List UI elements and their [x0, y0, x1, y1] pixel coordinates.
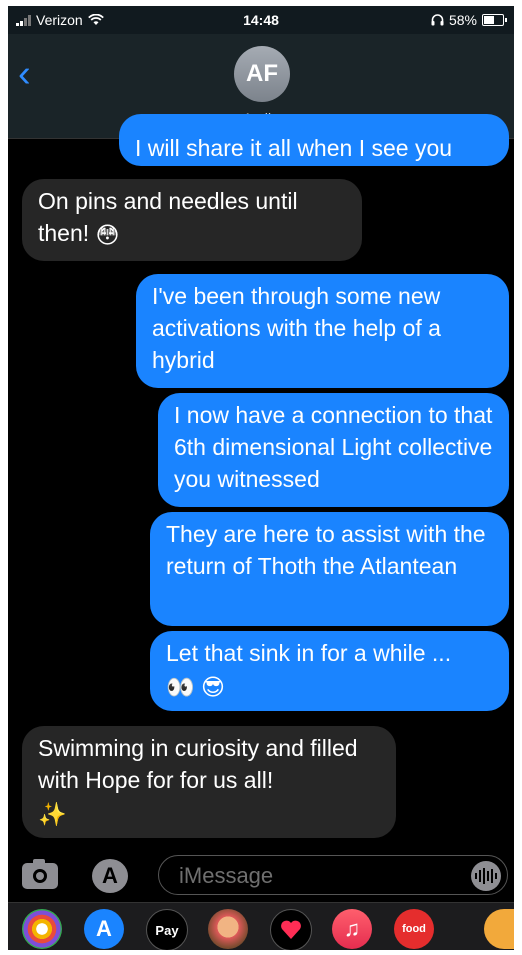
- message-bubble-received[interactable]: On pins and needles until then! 😳: [22, 179, 362, 261]
- memoji-icon[interactable]: [208, 909, 248, 949]
- battery-icon: [482, 14, 507, 26]
- flushed-face-emoji: 😳: [95, 221, 120, 248]
- camera-button[interactable]: [22, 859, 58, 889]
- message-bubble-sent[interactable]: I will share it all when I see you: [119, 114, 509, 166]
- music-icon[interactable]: ♫: [332, 909, 372, 949]
- message-text: I now have a connection to that 6th dime…: [174, 402, 493, 492]
- message-text: On pins and needles until then!: [38, 188, 298, 246]
- message-text: I've been through some new activations w…: [152, 283, 441, 373]
- audio-message-button[interactable]: [471, 861, 501, 891]
- message-text: Swimming in curiosity and filled with Ho…: [38, 735, 358, 793]
- message-bubble-received[interactable]: Swimming in curiosity and filled with Ho…: [22, 726, 396, 838]
- message-text: They are here to assist with the return …: [166, 521, 486, 579]
- food-network-label: food: [402, 923, 426, 935]
- photos-icon[interactable]: [22, 909, 62, 949]
- message-text: I will share it all when I see you: [135, 135, 453, 161]
- chevron-left-icon: ‹: [18, 53, 31, 95]
- app-store-icon[interactable]: A: [84, 909, 124, 949]
- status-bar: Verizon 14:48 58%: [8, 6, 514, 34]
- message-field[interactable]: [158, 855, 508, 895]
- apple-pay-icon[interactable]: Pay: [146, 909, 188, 950]
- message-bubble-sent[interactable]: They are here to assist with the return …: [150, 512, 509, 626]
- app-store-button[interactable]: A: [92, 859, 128, 893]
- status-right: 58%: [431, 12, 507, 28]
- compose-bar: A: [8, 849, 514, 901]
- app-drawer: A Pay ♫ food: [8, 902, 514, 950]
- more-apps-icon[interactable]: [484, 909, 514, 949]
- apple-pay-label: Pay: [155, 922, 179, 938]
- battery-percent: 58%: [448, 12, 477, 28]
- eyes-sunglasses-emoji: 👀 😎: [166, 673, 226, 700]
- message-text: Let that sink in for a while ...: [166, 640, 452, 666]
- back-button[interactable]: ‹: [18, 54, 48, 94]
- message-bubble-sent[interactable]: Let that sink in for a while ... 👀 😎: [150, 631, 509, 711]
- app-store-icon: A: [102, 863, 118, 888]
- messages-screen: Verizon 14:48 58% ‹ AF Andi ›: [8, 6, 514, 950]
- message-bubble-sent[interactable]: I now have a connection to that 6th dime…: [158, 393, 509, 507]
- food-network-icon[interactable]: food: [394, 909, 434, 949]
- camera-icon: [33, 869, 47, 883]
- contact-avatar[interactable]: AF: [234, 46, 290, 102]
- message-bubble-sent[interactable]: I've been through some new activations w…: [136, 274, 509, 388]
- digital-touch-icon[interactable]: [270, 909, 312, 950]
- sparkles-emoji: ✨: [38, 800, 67, 827]
- headphones-icon: [431, 14, 444, 26]
- imessage-input[interactable]: [177, 862, 461, 890]
